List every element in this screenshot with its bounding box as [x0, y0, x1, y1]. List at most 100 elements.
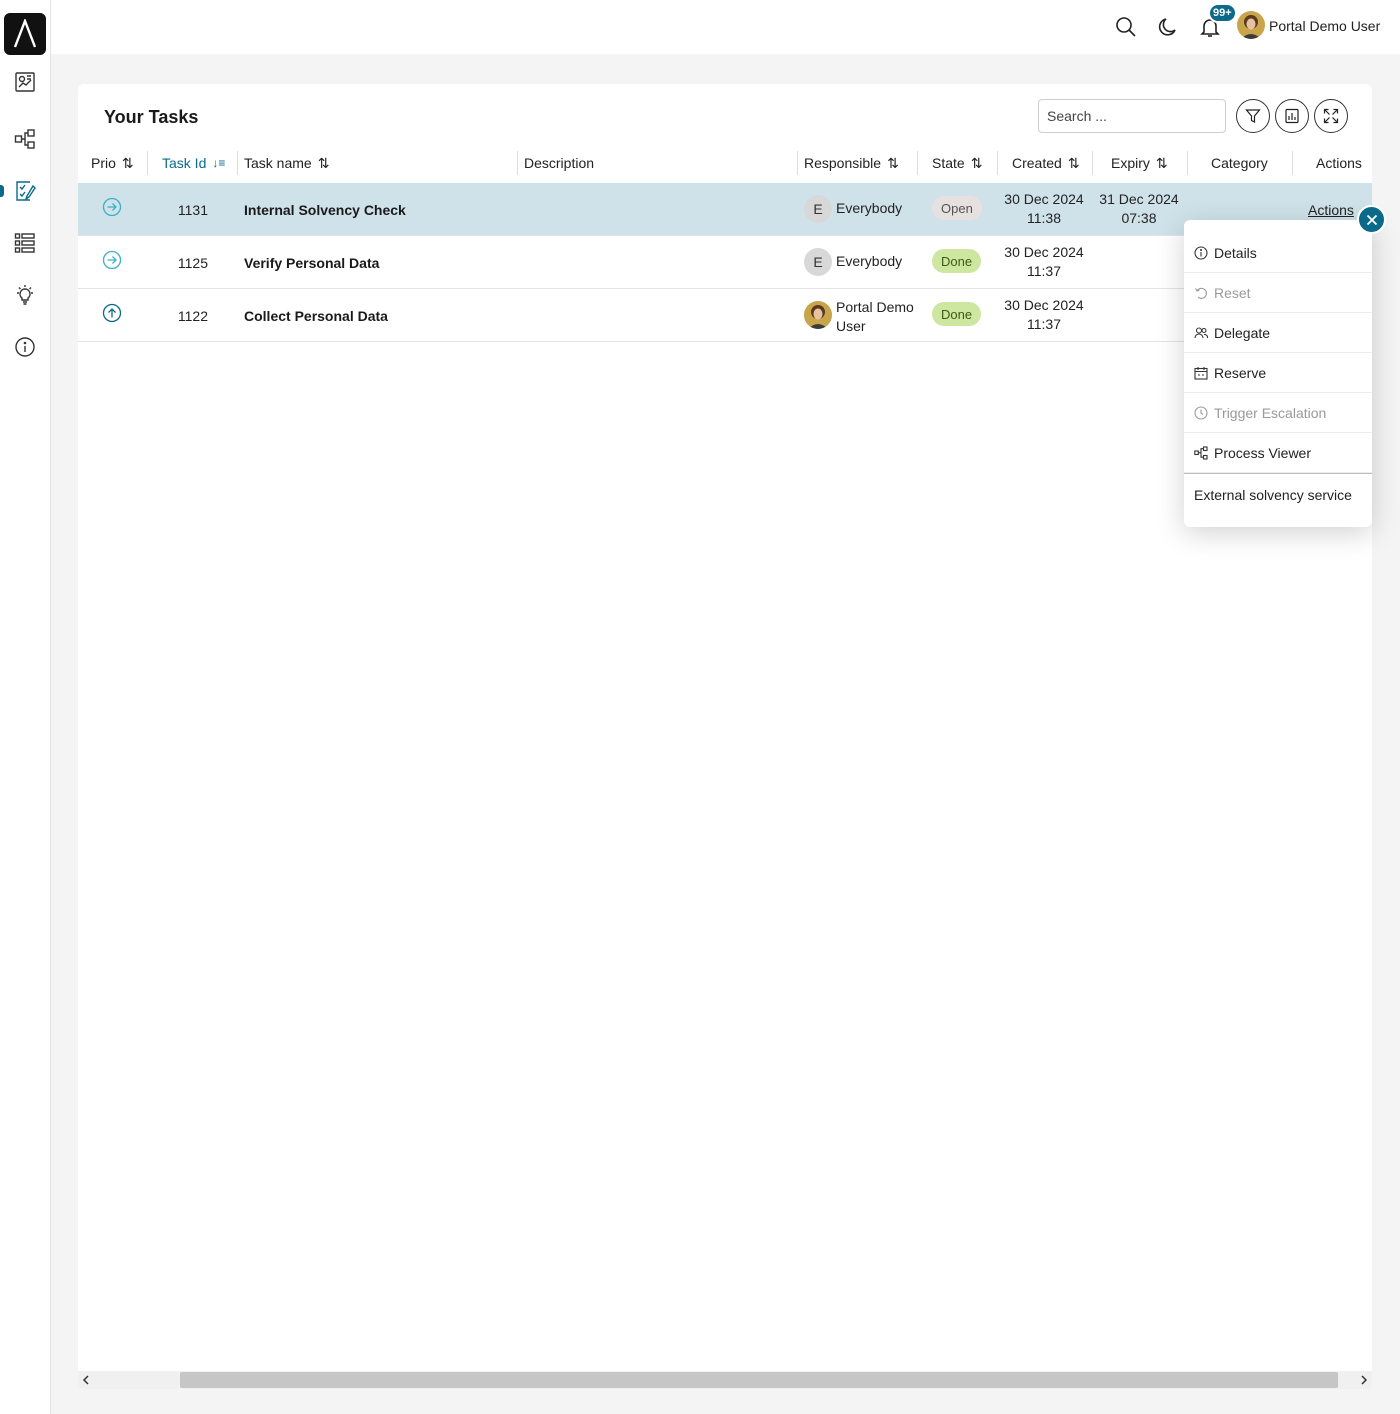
sort-icon: ⇅ [1067, 154, 1080, 171]
task-name[interactable]: Internal Solvency Check [244, 202, 406, 218]
task-name[interactable]: Collect Personal Data [244, 308, 388, 324]
process-icon [1194, 445, 1208, 460]
column-header-task-name[interactable]: Task name ⇅ [244, 154, 329, 172]
search-input[interactable] [1038, 99, 1226, 133]
dashboard-icon[interactable] [12, 69, 38, 95]
column-header-expiry[interactable]: Expiry ⇅ [1111, 154, 1168, 172]
column-header-actions-label: Actions [1316, 155, 1362, 171]
responsible-name: Everybody [836, 200, 903, 216]
column-header-responsible[interactable]: Responsible ⇅ [804, 154, 899, 172]
responsible-name: Portal Demo User [836, 299, 914, 334]
column-header-prio[interactable]: Prio ⇅ [91, 154, 134, 172]
task-id: 1122 [177, 308, 208, 324]
created-date-day: 30 Dec 2024 [1004, 191, 1084, 207]
column-divider[interactable] [517, 151, 518, 175]
menu-item-reset: Reset [1184, 273, 1372, 313]
created-date-time: 11:37 [1027, 263, 1061, 279]
info-icon [1194, 245, 1208, 260]
column-header-category: Category [1211, 154, 1268, 172]
responsible-avatar: E [804, 248, 832, 276]
column-divider[interactable] [147, 151, 148, 175]
column-header-category-label: Category [1211, 155, 1268, 171]
sort-icon: ⇅ [887, 154, 899, 171]
expand-button[interactable] [1314, 99, 1348, 133]
app-logo[interactable] [4, 13, 46, 55]
scrollbar-thumb[interactable] [180, 1372, 1338, 1388]
column-divider[interactable] [1292, 151, 1293, 175]
users-icon [1194, 326, 1208, 338]
table-row[interactable]: 1125 Verify Personal Data E Everybody Do… [78, 236, 1372, 289]
menu-item-label: Process Viewer [1214, 444, 1312, 461]
task-widget: Your Tasks Prio ⇅ Task Id ↓≡ Task name ⇅… [78, 84, 1372, 1389]
prio-high-icon [102, 303, 122, 323]
created-date: 30 Dec 2024 11:37 [999, 243, 1089, 281]
clock-icon [1194, 405, 1208, 420]
scroll-left-icon[interactable] [78, 1372, 94, 1388]
sort-icon: ⇅ [1155, 154, 1168, 171]
actions-menu-link[interactable]: Actions [1308, 202, 1354, 218]
sidebar [0, 0, 51, 1414]
reset-icon [1195, 287, 1207, 299]
search-icon[interactable] [1113, 14, 1139, 40]
scroll-right-icon[interactable] [1356, 1372, 1372, 1388]
info-icon[interactable] [12, 334, 38, 360]
process-icon[interactable] [12, 126, 38, 152]
menu-item-external-solvency-service[interactable]: External solvency service [1194, 487, 1352, 503]
prio-normal-icon [102, 250, 122, 270]
column-divider[interactable] [1187, 151, 1188, 175]
created-date-time: 11:38 [1027, 210, 1061, 226]
sort-icon: ⇅ [970, 154, 983, 171]
status-badge: Open [932, 196, 982, 220]
sort-icon: ⇅ [121, 154, 134, 171]
column-header-state-label: State [932, 155, 965, 171]
column-header-created[interactable]: Created ⇅ [1012, 154, 1080, 172]
responsible-avatar [804, 301, 832, 329]
list-icon[interactable] [12, 230, 38, 256]
menu-item-label: Delegate [1214, 324, 1271, 341]
task-name[interactable]: Verify Personal Data [244, 255, 379, 271]
responsible-name: Everybody [836, 253, 903, 269]
table-row[interactable]: 1131 Internal Solvency Check E Everybody… [78, 183, 1372, 236]
column-divider[interactable] [237, 151, 238, 175]
active-nav-indicator [0, 185, 4, 197]
column-header-description-label: Description [524, 155, 595, 171]
sort-icon: ⇅ [317, 154, 330, 171]
column-header-state[interactable]: State ⇅ [932, 154, 982, 172]
lightbulb-icon[interactable] [12, 282, 38, 308]
user-name[interactable]: Portal Demo User [1269, 18, 1380, 34]
menu-item-reserve[interactable]: Reserve [1184, 353, 1372, 393]
column-divider[interactable] [917, 151, 918, 175]
notification-badge: 99+ [1208, 3, 1237, 23]
column-header-task-name-label: Task name [244, 155, 312, 171]
user-avatar[interactable] [1237, 11, 1265, 39]
menu-item-label: Reserve [1214, 364, 1267, 381]
close-menu-button[interactable] [1357, 205, 1386, 234]
tasks-icon[interactable] [12, 178, 38, 204]
menu-item-label: Reset [1214, 284, 1251, 301]
task-id: 1125 [177, 255, 208, 271]
column-header-description: Description [524, 154, 594, 172]
column-divider[interactable] [997, 151, 998, 175]
column-header-task-id-label: Task Id [162, 155, 207, 171]
horizontal-scrollbar[interactable] [78, 1371, 1372, 1389]
filter-button[interactable] [1236, 99, 1270, 133]
calendar-icon [1194, 366, 1208, 380]
dark-mode-icon[interactable] [1155, 14, 1181, 40]
column-config-button[interactable] [1275, 99, 1309, 133]
menu-item-label: Details [1214, 244, 1257, 261]
created-date-day: 30 Dec 2024 [1004, 244, 1084, 260]
column-header-task-id[interactable]: Task Id ↓≡ [162, 154, 225, 172]
table-row[interactable]: 1122 Collect Personal Data Portal Demo U… [78, 289, 1372, 342]
expiry-date: 31 Dec 2024 07:38 [1094, 190, 1184, 228]
menu-item-process-viewer[interactable]: Process Viewer [1184, 433, 1372, 473]
column-divider[interactable] [797, 151, 798, 175]
created-date: 30 Dec 2024 11:37 [999, 296, 1089, 334]
sort-desc-icon: ↓≡ [212, 156, 226, 170]
widget-title: Your Tasks [104, 107, 199, 127]
responsible-avatar: E [804, 195, 832, 223]
task-id: 1131 [177, 202, 208, 218]
menu-item-details[interactable]: Details [1184, 233, 1372, 273]
menu-item-delegate[interactable]: Delegate [1184, 313, 1372, 353]
expiry-date-time: 07:38 [1121, 210, 1157, 226]
column-divider[interactable] [1092, 151, 1093, 175]
